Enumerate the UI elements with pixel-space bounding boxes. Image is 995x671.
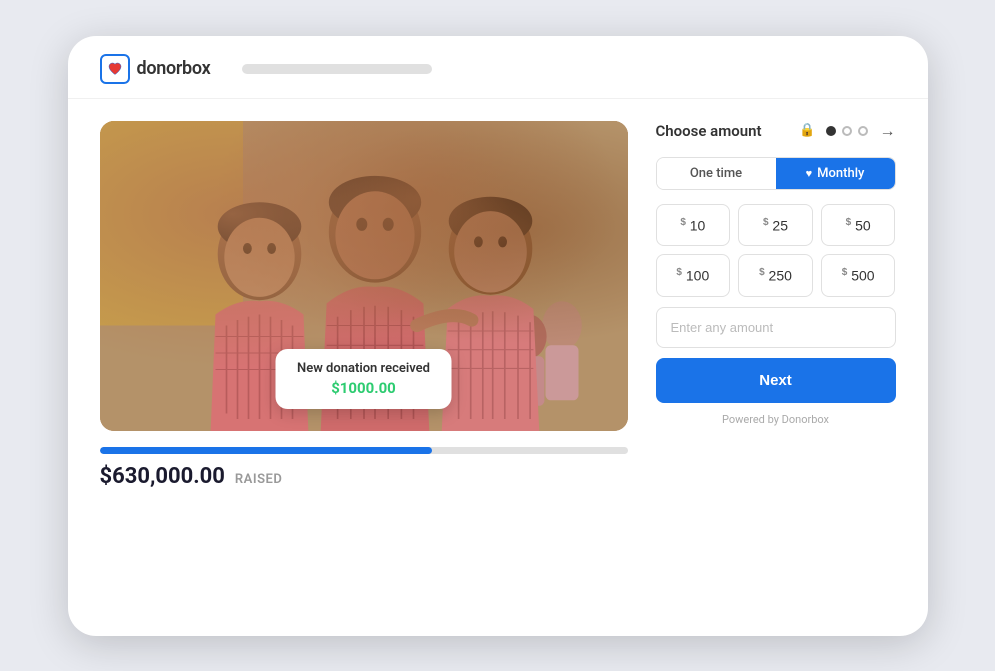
device-frame: donorbox bbox=[68, 36, 928, 636]
currency-symbol: $ bbox=[842, 267, 848, 278]
tab-monthly-label: Monthly bbox=[817, 166, 864, 181]
raised-label: RAISED bbox=[235, 472, 282, 487]
logo-icon bbox=[100, 54, 130, 84]
next-step-arrow-icon: → bbox=[880, 121, 896, 141]
main-content: New donation received $1000.00 $630,000.… bbox=[68, 99, 928, 517]
logo-text: donorbox bbox=[137, 58, 211, 79]
amount-button-50[interactable]: $ 50 bbox=[821, 204, 896, 247]
raised-amount: $630,000.00 bbox=[100, 464, 225, 489]
right-panel: Choose amount 🔒 → One time ♥ Monthly bbox=[656, 121, 896, 489]
step-dot-2 bbox=[842, 126, 852, 136]
powered-by: Powered by Donorbox bbox=[656, 413, 896, 426]
choose-amount-title: Choose amount bbox=[656, 122, 790, 140]
amount-button-10[interactable]: $ 10 bbox=[656, 204, 731, 247]
progress-bar-track bbox=[100, 447, 628, 454]
step-dot-3 bbox=[858, 126, 868, 136]
lock-icon: 🔒 bbox=[799, 123, 815, 138]
currency-symbol: $ bbox=[763, 217, 769, 228]
notification-title: New donation received bbox=[297, 361, 430, 376]
step-dot-1 bbox=[826, 126, 836, 136]
amount-button-25[interactable]: $ 25 bbox=[738, 204, 813, 247]
progress-stats: $630,000.00 RAISED bbox=[100, 464, 628, 489]
header: donorbox bbox=[68, 36, 928, 99]
choose-amount-header: Choose amount 🔒 → bbox=[656, 121, 896, 141]
amount-button-500[interactable]: $ 500 bbox=[821, 254, 896, 297]
frequency-tabs: One time ♥ Monthly bbox=[656, 157, 896, 190]
next-button[interactable]: Next bbox=[656, 358, 896, 403]
tab-one-time[interactable]: One time bbox=[657, 158, 776, 189]
campaign-image: New donation received $1000.00 bbox=[100, 121, 628, 431]
currency-symbol: $ bbox=[680, 217, 686, 228]
tab-monthly[interactable]: ♥ Monthly bbox=[776, 158, 895, 189]
amount-button-100[interactable]: $ 100 bbox=[656, 254, 731, 297]
step-dots bbox=[826, 126, 868, 136]
custom-amount-input[interactable] bbox=[656, 307, 896, 348]
progress-bar-fill bbox=[100, 447, 433, 454]
left-panel: New donation received $1000.00 $630,000.… bbox=[100, 121, 628, 489]
progress-section: $630,000.00 RAISED bbox=[100, 447, 628, 489]
heart-icon: ♥ bbox=[806, 167, 813, 180]
donation-notification: New donation received $1000.00 bbox=[275, 349, 452, 409]
notification-amount: $1000.00 bbox=[297, 379, 430, 397]
amount-grid: $ 10 $ 25 $ 50 $ 100 $ 250 $ 500 bbox=[656, 204, 896, 297]
header-bar bbox=[242, 64, 432, 74]
amount-button-250[interactable]: $ 250 bbox=[738, 254, 813, 297]
currency-symbol: $ bbox=[759, 267, 765, 278]
currency-symbol: $ bbox=[846, 217, 852, 228]
currency-symbol: $ bbox=[676, 267, 682, 278]
logo: donorbox bbox=[100, 54, 211, 84]
